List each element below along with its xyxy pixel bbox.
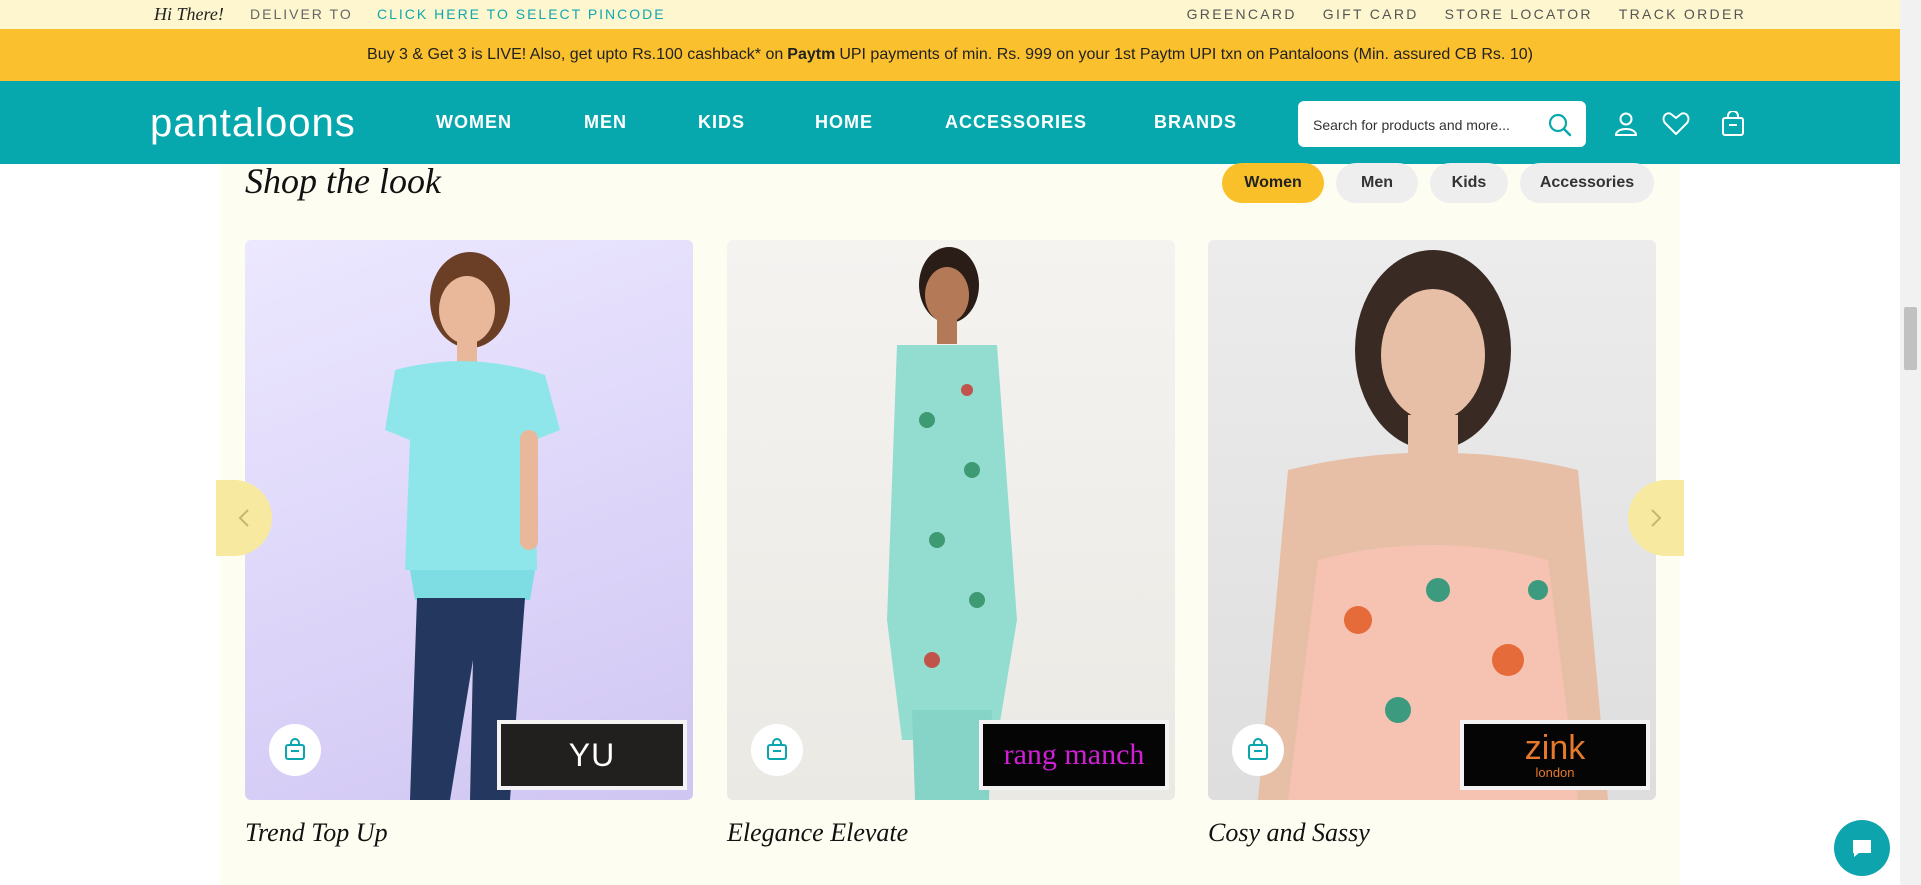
nav-menu: WOMEN MEN KIDS HOME ACCESSORIES BRANDS [436,81,1237,164]
brand-name: rang manch [1003,738,1145,771]
greeting: Hi There! [154,4,224,24]
look-title[interactable]: Cosy and Sassy [1208,818,1370,848]
filter-women[interactable]: Women [1222,163,1324,203]
filter-men[interactable]: Men [1336,163,1418,203]
utility-bar: Hi There! DELIVER TO CLICK HERE TO SELEC… [0,0,1900,29]
chat-button[interactable] [1834,820,1890,876]
select-pincode-link[interactable]: CLICK HERE TO SELECT PINCODE [377,6,666,22]
shopping-bag-icon[interactable] [1720,110,1746,142]
gift-card-link[interactable]: GIFT CARD [1323,6,1419,22]
brand-badge: zink london [1460,720,1650,790]
add-to-bag-button[interactable] [269,724,321,776]
look-card[interactable]: zink london [1208,240,1656,800]
look-title[interactable]: Trend Top Up [245,818,388,848]
nav-item-kids[interactable]: KIDS [698,112,815,133]
search-input[interactable] [1311,102,1545,148]
shopping-bag-icon [285,738,305,760]
category-filters: Women Men Kids Accessories [1222,163,1654,203]
add-to-bag-button[interactable] [1232,724,1284,776]
brand-name: zink [1524,728,1586,767]
nav-item-brands[interactable]: BRANDS [1154,112,1237,133]
main-nav: pantaloons WOMEN MEN KIDS HOME ACCESSORI… [0,81,1900,164]
track-order-link[interactable]: TRACK ORDER [1619,6,1746,22]
add-to-bag-button[interactable] [751,724,803,776]
brand-subname: london [1535,764,1575,780]
brand-badge: YU [497,720,687,790]
nav-item-home[interactable]: HOME [815,112,945,133]
greencard-link[interactable]: GREENCARD [1187,6,1297,22]
model-image [887,247,1017,800]
user-icon[interactable] [1613,111,1639,142]
pantaloons-logo[interactable]: pantaloons [150,101,356,146]
chevron-left-icon [238,509,249,527]
utility-links: GREENCARD GIFT CARD STORE LOCATOR TRACK … [1187,6,1746,22]
offer-text-after: UPI payments of min. Rs. 999 on your 1st… [839,46,1533,63]
chevron-right-icon [1651,509,1662,527]
look-card[interactable]: rang manch [727,240,1175,800]
scrollbar-thumb[interactable] [1904,307,1917,370]
offer-text-before: Buy 3 & Get 3 is LIVE! Also, get upto Rs… [367,46,784,63]
deliver-to-label: DELIVER TO [250,6,353,22]
model-image [1258,250,1608,800]
shopping-bag-icon [1248,738,1268,760]
filter-kids[interactable]: Kids [1430,163,1508,203]
brand-badge: rang manch [979,720,1169,790]
nav-item-women[interactable]: WOMEN [436,112,584,133]
filter-accessories[interactable]: Accessories [1520,163,1654,203]
section-title: Shop the look [245,161,441,201]
search-icon[interactable] [1547,112,1573,143]
nav-item-accessories[interactable]: ACCESSORIES [945,112,1154,133]
model-image [385,252,560,800]
look-card[interactable]: YU [245,240,693,800]
offer-banner[interactable]: Buy 3 & Get 3 is LIVE! Also, get upto Rs… [0,29,1900,81]
brand-name: YU [568,736,616,773]
chat-bubble-icon [1853,840,1871,857]
offer-brand: Paytm [787,46,836,63]
look-title[interactable]: Elegance Elevate [727,818,908,848]
page-scrollbar[interactable] [1900,0,1921,885]
nav-item-men[interactable]: MEN [584,112,698,133]
shopping-bag-icon [767,738,787,760]
store-locator-link[interactable]: STORE LOCATOR [1445,6,1593,22]
wishlist-heart-icon[interactable] [1662,111,1690,142]
search-box [1298,101,1586,148]
